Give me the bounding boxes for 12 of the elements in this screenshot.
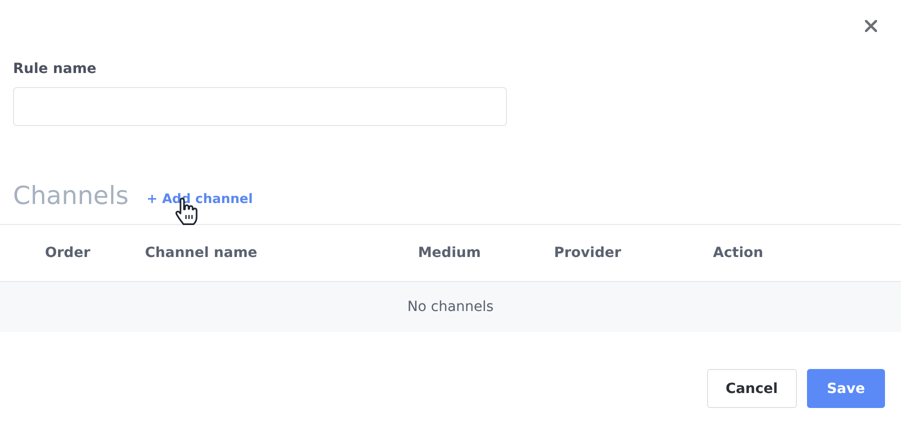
field-label: Rule name — [13, 61, 98, 77]
column-header: Provider — [554, 245, 622, 261]
section-title: Channels — [13, 181, 129, 211]
column-header: Medium — [418, 245, 482, 261]
column-header: Order — [45, 245, 92, 261]
column-header: Channel name — [145, 245, 258, 261]
rule-name-field[interactable] — [13, 87, 507, 126]
empty-row: No channels — [0, 282, 901, 332]
save-button[interactable]: Save — [806, 369, 885, 408]
cancel-button[interactable]: Cancel — [706, 369, 797, 408]
column-header: Action — [713, 245, 764, 261]
close-icon[interactable] — [865, 20, 877, 32]
